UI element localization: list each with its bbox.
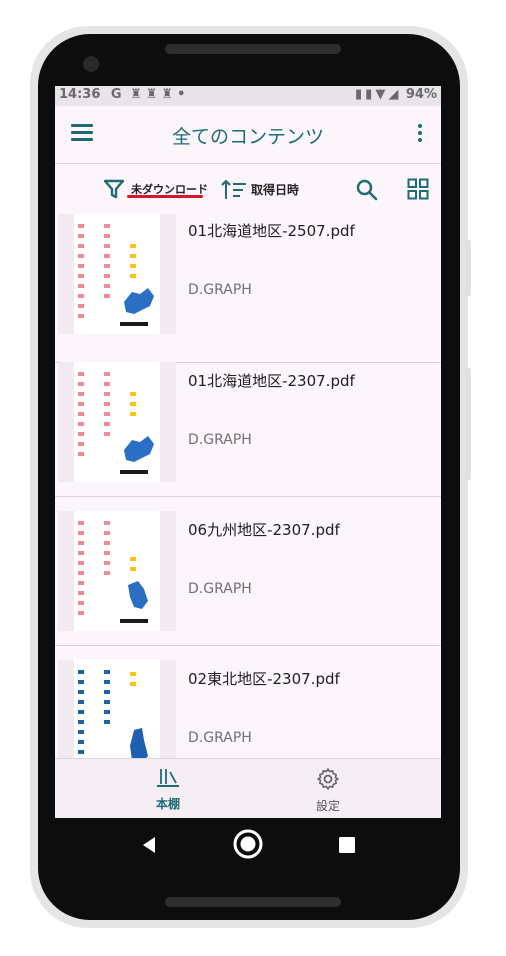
notification-icons: ♜♜♜•	[130, 87, 190, 102]
earpiece-speaker	[165, 44, 341, 54]
google-icon: G	[110, 87, 122, 102]
recents-icon[interactable]	[339, 837, 355, 853]
front-camera	[83, 56, 99, 72]
status-left: 14:36 G ♜♜♜•	[59, 87, 189, 102]
page-title: 全てのコンテンツ	[171, 126, 324, 148]
nav-settings[interactable]: 設定	[278, 767, 378, 814]
item-title: 02東北地区-2307.pdf	[188, 670, 340, 688]
item-title: 01北海道地区-2307.pdf	[188, 372, 355, 390]
pdf-thumbnail	[74, 214, 160, 334]
item-author: D.GRAPH	[188, 730, 252, 746]
sort-label: 取得日時	[251, 183, 300, 197]
bottom-navigation: 本棚 設定	[55, 758, 441, 818]
search-icon[interactable]	[355, 178, 379, 202]
thumbnail-frame	[58, 362, 176, 482]
filter-sort-toolbar: 未ダウンロード 取得日時	[55, 164, 441, 214]
gear-icon	[317, 768, 339, 790]
thumbnail-frame	[58, 660, 176, 758]
thumbnail-frame	[58, 511, 176, 631]
list-item[interactable]: 02東北地区-2307.pdf D.GRAPH	[55, 646, 441, 758]
list-item[interactable]: 01北海道地区-2507.pdf D.GRAPH	[55, 214, 441, 363]
item-author: D.GRAPH	[188, 581, 252, 597]
sort-icon	[221, 179, 246, 199]
bottom-speaker	[165, 897, 341, 907]
status-bar: 14:36 G ♜♜♜• ▮▮▼◢ 94%	[55, 86, 441, 106]
list-item[interactable]: 01北海道地区-2307.pdf D.GRAPH	[55, 348, 441, 497]
item-author: D.GRAPH	[188, 432, 252, 448]
item-author: D.GRAPH	[188, 282, 252, 298]
item-title: 01北海道地区-2507.pdf	[188, 222, 355, 240]
list-item[interactable]: 06九州地区-2307.pdf D.GRAPH	[55, 497, 441, 646]
filter-active-underline	[127, 195, 203, 198]
status-right: ▮▮▼◢ 94%	[355, 87, 437, 102]
home-icon[interactable]	[232, 828, 264, 860]
more-vert-icon[interactable]	[413, 124, 427, 144]
nav-bookshelf-label: 本棚	[155, 797, 180, 811]
pdf-thumbnail	[74, 511, 160, 631]
item-title: 06九州地区-2307.pdf	[188, 521, 340, 539]
volume-button	[465, 240, 471, 296]
thumbnail-frame	[58, 214, 176, 334]
nav-settings-label: 設定	[315, 799, 340, 813]
system-navigation-bar	[55, 818, 441, 872]
grid-view-icon[interactable]	[407, 178, 429, 200]
filter-icon	[103, 179, 125, 199]
nav-bookshelf[interactable]: 本棚	[118, 767, 218, 812]
power-button	[465, 368, 471, 480]
sort-button[interactable]: 取得日時	[221, 178, 299, 202]
signal-icons: ▮▮▼◢	[355, 87, 402, 102]
pdf-thumbnail	[74, 660, 160, 758]
battery-level: 94%	[405, 87, 437, 102]
content-list[interactable]: 01北海道地区-2507.pdf D.GRAPH 01北海道地区-2307.pd…	[55, 214, 441, 758]
pdf-thumbnail	[74, 362, 160, 482]
bookshelf-icon	[157, 769, 179, 787]
filter-button[interactable]: 未ダウンロード	[103, 178, 208, 202]
status-time: 14:36	[59, 87, 101, 102]
back-icon[interactable]	[141, 836, 157, 854]
app-bar: 全てのコンテンツ	[55, 106, 441, 164]
screen: 14:36 G ♜♜♜• ▮▮▼◢ 94% 全てのコンテンツ 未ダウンロード 取…	[55, 86, 441, 818]
